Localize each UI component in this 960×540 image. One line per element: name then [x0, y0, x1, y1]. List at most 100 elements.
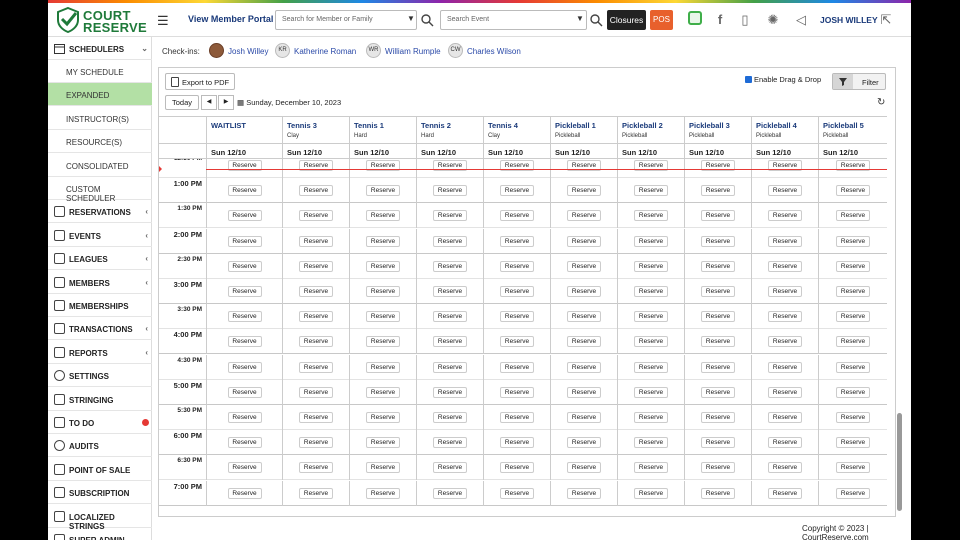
reserve-button[interactable]: Reserve: [433, 487, 467, 499]
reserve-button[interactable]: Reserve: [567, 487, 601, 499]
reserve-button[interactable]: Reserve: [433, 386, 467, 398]
reserve-button[interactable]: Reserve: [701, 412, 735, 423]
time-slot-cell[interactable]: Reserve: [550, 405, 617, 430]
reserve-button[interactable]: Reserve: [227, 185, 262, 197]
reserve-button[interactable]: Reserve: [836, 286, 870, 297]
time-slot-cell[interactable]: Reserve: [818, 253, 887, 279]
member-search-icon[interactable]: [420, 13, 434, 27]
reserve-button[interactable]: Reserve: [634, 235, 668, 247]
reserve-button[interactable]: Reserve: [500, 462, 534, 474]
sidebar-item-reservations[interactable]: RESERVATIONS ‹: [48, 200, 152, 224]
time-slot-cell[interactable]: Reserve: [751, 480, 818, 506]
time-slot-cell[interactable]: Reserve: [282, 354, 349, 380]
reserve-button[interactable]: Reserve: [299, 286, 333, 297]
event-search-dropdown-icon[interactable]: ▼: [576, 14, 584, 23]
time-slot-cell[interactable]: Reserve: [684, 178, 751, 204]
time-slot-cell[interactable]: Reserve: [483, 203, 550, 229]
time-slot-cell[interactable]: Reserve: [206, 405, 282, 430]
time-slot-cell[interactable]: Reserve: [751, 379, 818, 405]
time-slot-cell[interactable]: Reserve: [818, 455, 887, 481]
sidebar-subitem-custom-scheduler[interactable]: CUSTOM SCHEDULER: [48, 177, 152, 203]
checkin-name[interactable]: Katherine Roman: [294, 47, 356, 56]
chat-icon[interactable]: [686, 11, 704, 29]
sidebar-subitem-consolidated[interactable]: CONSOLIDATED: [48, 154, 152, 177]
reserve-button[interactable]: Reserve: [433, 260, 467, 272]
time-slot-cell[interactable]: Reserve: [416, 279, 483, 304]
court-name[interactable]: Pickleball 5: [823, 121, 864, 130]
time-slot-cell[interactable]: Reserve: [206, 430, 282, 456]
reserve-button[interactable]: Reserve: [567, 386, 601, 398]
book-icon[interactable]: ▯: [736, 11, 754, 29]
sidebar-item-reports[interactable]: REPORTS ‹: [48, 341, 152, 364]
reserve-button[interactable]: Reserve: [567, 286, 601, 297]
reserve-button[interactable]: Reserve: [299, 185, 333, 197]
court-name[interactable]: Tennis 1: [354, 121, 384, 130]
reserve-button[interactable]: Reserve: [836, 361, 870, 373]
time-slot-cell[interactable]: Reserve: [349, 203, 416, 229]
reserve-button[interactable]: Reserve: [836, 311, 870, 323]
reserve-button[interactable]: Reserve: [836, 412, 870, 423]
sidebar-item-to-do[interactable]: TO DO: [48, 411, 152, 434]
time-slot-cell[interactable]: Reserve: [617, 430, 684, 456]
time-slot-cell[interactable]: Reserve: [818, 480, 887, 506]
time-slot-cell[interactable]: Reserve: [349, 279, 416, 304]
time-slot-cell[interactable]: Reserve: [684, 329, 751, 355]
time-slot-cell[interactable]: Reserve: [416, 430, 483, 456]
time-slot-cell[interactable]: Reserve: [282, 430, 349, 456]
court-reserve-logo[interactable]: COURT RESERVE: [56, 7, 148, 35]
time-slot-cell[interactable]: Reserve: [684, 455, 751, 481]
time-slot-cell[interactable]: Reserve: [206, 203, 282, 229]
time-slot-cell[interactable]: Reserve: [349, 178, 416, 204]
filter-button[interactable]: Filter: [832, 73, 886, 90]
reserve-button[interactable]: Reserve: [701, 487, 735, 499]
reserve-button[interactable]: Reserve: [299, 311, 333, 323]
reserve-button[interactable]: Reserve: [768, 336, 802, 348]
facebook-icon[interactable]: f: [711, 11, 729, 29]
reserve-button[interactable]: Reserve: [366, 386, 400, 398]
time-slot-cell[interactable]: Reserve: [751, 203, 818, 229]
court-name[interactable]: Tennis 2: [421, 121, 451, 130]
reserve-button[interactable]: Reserve: [433, 235, 467, 247]
reserve-button[interactable]: Reserve: [567, 311, 601, 323]
time-slot-cell[interactable]: Reserve: [684, 279, 751, 304]
time-slot-cell[interactable]: Reserve: [282, 228, 349, 254]
time-slot-cell[interactable]: Reserve: [550, 480, 617, 506]
reserve-button[interactable]: Reserve: [299, 412, 333, 423]
time-slot-cell[interactable]: Reserve: [483, 253, 550, 279]
time-slot-cell[interactable]: Reserve: [818, 304, 887, 330]
reserve-button[interactable]: Reserve: [768, 260, 802, 272]
sidebar-subitem-expanded[interactable]: EXPANDED: [48, 83, 152, 107]
reserve-button[interactable]: Reserve: [567, 185, 601, 197]
time-slot-cell[interactable]: Reserve: [751, 253, 818, 279]
event-search-input[interactable]: Search Event: [440, 10, 587, 30]
time-slot-cell[interactable]: Reserve: [282, 379, 349, 405]
time-slot-cell[interactable]: Reserve: [349, 253, 416, 279]
time-slot-cell[interactable]: Reserve: [483, 279, 550, 304]
reserve-button[interactable]: Reserve: [701, 235, 735, 247]
time-slot-cell[interactable]: Reserve: [818, 354, 887, 380]
time-slot-cell[interactable]: Reserve: [550, 329, 617, 355]
court-name[interactable]: Tennis 3: [287, 121, 317, 130]
time-slot-cell[interactable]: Reserve: [684, 430, 751, 456]
time-slot-cell[interactable]: Reserve: [684, 203, 751, 229]
reserve-button[interactable]: Reserve: [634, 311, 668, 323]
reserve-button[interactable]: Reserve: [836, 336, 870, 348]
reserve-button[interactable]: Reserve: [366, 311, 400, 323]
time-slot-cell[interactable]: Reserve: [349, 304, 416, 330]
reserve-button[interactable]: Reserve: [433, 210, 467, 222]
time-slot-cell[interactable]: Reserve: [483, 228, 550, 254]
time-slot-cell[interactable]: Reserve: [206, 379, 282, 405]
time-slot-cell[interactable]: Reserve: [483, 304, 550, 330]
time-slot-cell[interactable]: Reserve: [206, 354, 282, 380]
sidebar-item-memberships[interactable]: MEMBERSHIPS: [48, 294, 152, 317]
reserve-button[interactable]: Reserve: [433, 185, 467, 197]
view-member-portal-link[interactable]: View Member Portal: [188, 14, 273, 24]
reserve-button[interactable]: Reserve: [227, 286, 262, 297]
reserve-button[interactable]: Reserve: [227, 487, 262, 499]
reserve-button[interactable]: Reserve: [634, 361, 668, 373]
pos-button[interactable]: POS: [650, 10, 673, 30]
reserve-button[interactable]: Reserve: [634, 286, 668, 297]
reserve-button[interactable]: Reserve: [768, 386, 802, 398]
reserve-button[interactable]: Reserve: [366, 462, 400, 474]
time-slot-cell[interactable]: Reserve: [751, 329, 818, 355]
